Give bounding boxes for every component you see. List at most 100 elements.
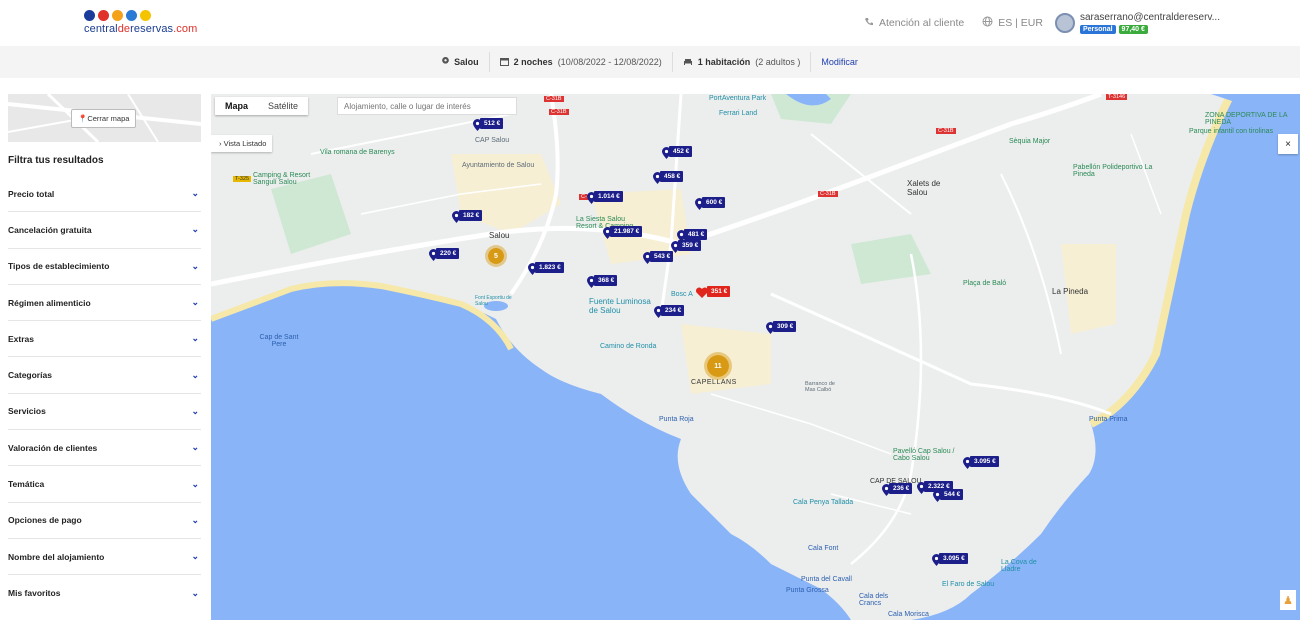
place-label: Vila romana de Barenys xyxy=(320,149,395,156)
price-pin[interactable]: 544 € xyxy=(933,489,964,502)
search-dates: 2 noches (10/08/2022 - 12/08/2022) xyxy=(490,52,673,72)
filter-regimen-alimenticio[interactable]: Régimen alimenticio ⌄ xyxy=(8,285,201,322)
price-pin[interactable]: 309 € xyxy=(766,321,797,334)
place-label: Punta Prima xyxy=(1089,416,1128,423)
map-pin-icon xyxy=(587,191,596,204)
filter-label: Categorías xyxy=(8,370,52,381)
place-label: Ferrari Land xyxy=(719,110,758,117)
price-pin[interactable]: 458 € xyxy=(653,171,684,184)
price-pin[interactable]: 543 € xyxy=(643,251,674,264)
price-pin[interactable]: 481 € xyxy=(677,229,708,242)
place-label: Parque infantil con tirolinas xyxy=(1189,128,1274,135)
price-pin[interactable]: 182 € xyxy=(452,210,483,223)
filter-tipos-establecimiento[interactable]: Tipos de establecimiento ⌄ xyxy=(8,249,201,285)
chevron-down-icon: ⌄ xyxy=(191,297,199,308)
price-label: 1.823 € xyxy=(535,262,564,273)
phone-icon xyxy=(864,17,874,30)
tab-satellite[interactable]: Satélite xyxy=(258,97,308,115)
map-pin-icon xyxy=(603,226,612,239)
price-pin[interactable]: 512 € xyxy=(473,118,504,131)
heart-icon xyxy=(695,286,709,298)
user-email: saraserrano@centraldereserv... xyxy=(1079,12,1220,23)
logo-text: centraldereservas.com xyxy=(84,23,198,35)
location-pin-icon xyxy=(442,56,449,68)
price-pin[interactable]: 3.095 € xyxy=(963,456,999,469)
rooms-value: 1 habitación xyxy=(697,57,751,67)
place-label: CAPELLANS xyxy=(691,379,737,386)
filter-valoracion-clientes[interactable]: Valoración de clientes ⌄ xyxy=(8,430,201,467)
map-pin-icon xyxy=(654,305,663,318)
filter-label: Nombre del alojamiento xyxy=(8,551,105,562)
street-view-pegman-icon[interactable]: ♟ xyxy=(1280,590,1296,610)
price-label: 481 € xyxy=(684,229,708,240)
chevron-down-icon: ⌄ xyxy=(191,514,199,525)
price-pin[interactable]: 452 € xyxy=(662,146,693,159)
modify-search-button[interactable]: Modificar xyxy=(811,57,868,67)
place-label: Salou xyxy=(489,231,510,240)
location-pin-icon: 📍 xyxy=(78,114,88,123)
personal-badge: Personal xyxy=(1079,25,1116,34)
price-label: 3.095 € xyxy=(970,456,999,467)
filter-nombre-alojamiento[interactable]: Nombre del alojamiento ⌄ xyxy=(8,539,201,576)
price-pin[interactable]: 359 € xyxy=(671,240,702,253)
user-menu[interactable]: saraserrano@centraldereserv... Personal … xyxy=(1079,12,1220,34)
price-pin[interactable]: 236 € xyxy=(882,483,913,496)
support-label: Atención al cliente xyxy=(878,17,965,29)
filter-precio-total[interactable]: Precio total ⌄ xyxy=(8,176,201,213)
place-label: Pavelló Cap Salou / Cabo Salou xyxy=(893,448,955,462)
site-logo[interactable]: centraldereservas.com xyxy=(84,10,197,35)
price-pin[interactable]: 1.823 € xyxy=(528,262,564,275)
language-currency-selector[interactable]: ES | EUR xyxy=(982,16,1043,30)
map-pin-icon xyxy=(917,481,926,494)
price-pin-favorite[interactable]: 351 € xyxy=(695,286,731,298)
road-tag: T-3146 xyxy=(1106,94,1128,100)
tab-map[interactable]: Mapa xyxy=(215,97,258,115)
price-pin[interactable]: 234 € xyxy=(654,305,685,318)
avatar[interactable] xyxy=(1054,13,1075,33)
price-pin[interactable]: 1.014 € xyxy=(587,191,623,204)
filter-opciones-pago[interactable]: Opciones de pago ⌄ xyxy=(8,503,201,539)
map-pin-icon xyxy=(587,275,596,288)
road-tag: C-31B xyxy=(818,191,838,197)
bed-icon xyxy=(683,57,693,67)
filter-servicios[interactable]: Servicios ⌄ xyxy=(8,394,201,431)
place-label: Sèquia Major xyxy=(1009,138,1051,145)
customer-support-link[interactable]: Atención al cliente xyxy=(864,17,964,30)
results-map[interactable]: Mapa Satélite › Vista Listado × ♟ C-31B … xyxy=(211,94,1300,620)
map-type-tabs: Mapa Satélite xyxy=(215,97,309,115)
place-label: Pabellón Polideportivo La Pineda xyxy=(1073,164,1153,178)
place-label: Barranco de Mas Calbó xyxy=(805,381,835,393)
place-label: ZONA DEPORTIVA DE LA PINEDA xyxy=(1205,112,1288,126)
chevron-down-icon: ⌄ xyxy=(191,478,199,489)
map-search-input[interactable] xyxy=(337,97,517,115)
price-pin[interactable]: 3.095 € xyxy=(932,553,968,566)
filter-cancelacion-gratuita[interactable]: Cancelación gratuita ⌄ xyxy=(8,212,201,249)
mini-map[interactable]: 📍Cerrar mapa xyxy=(8,94,201,142)
close-map-button[interactable]: 📍Cerrar mapa xyxy=(71,109,137,128)
hotel-cluster-marker[interactable]: 5 xyxy=(485,245,507,267)
filter-mis-favoritos[interactable]: Mis favoritos ⌄ xyxy=(8,575,201,611)
logo-dot-icon xyxy=(140,10,151,21)
guests-value: (2 adultos ) xyxy=(755,57,801,67)
filter-list: Precio total ⌄ Cancelación gratuita ⌄ Tipo… xyxy=(8,176,201,612)
place-label: Cala dels Crancs xyxy=(859,593,889,607)
price-label: 21.987 € xyxy=(610,226,643,237)
hotel-cluster-marker[interactable]: 11 xyxy=(704,352,732,380)
filter-extras[interactable]: Extras ⌄ xyxy=(8,321,201,358)
chevron-down-icon: ⌄ xyxy=(191,405,199,416)
filter-categorias[interactable]: Categorías ⌄ xyxy=(8,357,201,394)
place-label: Bosc A xyxy=(671,291,693,298)
calendar-icon xyxy=(499,57,509,68)
list-view-button[interactable]: › Vista Listado xyxy=(211,135,273,152)
filter-label: Opciones de pago xyxy=(8,515,82,526)
price-pin[interactable]: 368 € xyxy=(587,275,618,288)
place-label: PortAventura Park xyxy=(709,95,767,102)
map-close-button[interactable]: × xyxy=(1278,134,1298,154)
price-pin[interactable]: 600 € xyxy=(695,197,726,210)
place-label: Xalets de Salou xyxy=(907,179,941,197)
filter-tematica[interactable]: Temática ⌄ xyxy=(8,466,201,503)
chevron-down-icon: ⌄ xyxy=(191,551,199,562)
price-pin[interactable]: 220 € xyxy=(429,248,460,261)
cluster-count: 11 xyxy=(714,362,722,370)
price-pin[interactable]: 21.987 € xyxy=(603,226,643,239)
